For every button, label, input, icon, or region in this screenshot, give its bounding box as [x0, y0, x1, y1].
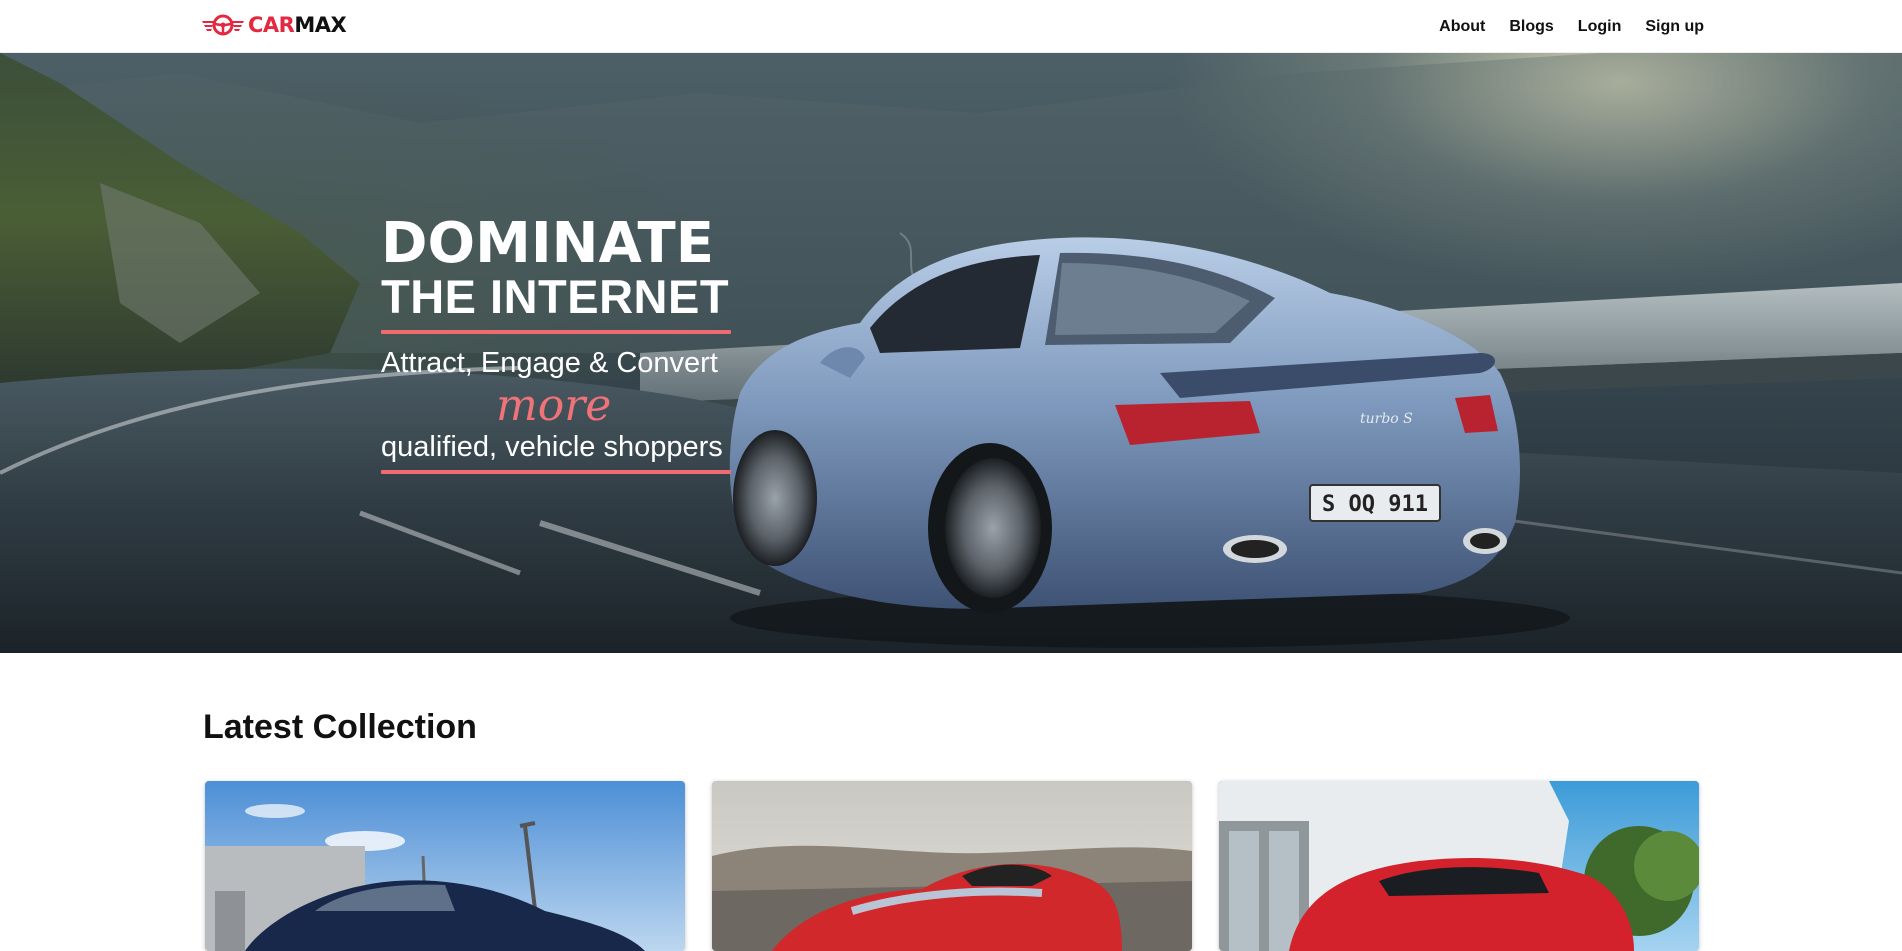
- brand-name-part1: CAR: [248, 13, 295, 37]
- latest-collection-cards: [205, 781, 1699, 951]
- brand-name: CARMAX: [248, 13, 347, 37]
- red-convertible-sports-car-photo: [712, 781, 1192, 951]
- nav-link-about[interactable]: About: [1439, 18, 1485, 36]
- nav-link-login[interactable]: Login: [1578, 18, 1622, 36]
- hero-tagline-line1: Attract, Engage & Convert: [381, 347, 718, 379]
- top-navbar: CARMAX About Blogs Login Sign up: [0, 0, 1902, 53]
- hero-background-image: S OQ 911 turbo S: [0, 53, 1902, 653]
- hero-banner: S OQ 911 turbo S DOMINATE THE INTERNET A…: [0, 53, 1902, 653]
- hero-divider-bottom: [381, 470, 731, 474]
- hero-text-block: DOMINATE THE INTERNET Attract, Engage & …: [381, 216, 741, 474]
- hero-subtitle: THE INTERNET: [381, 270, 730, 323]
- brand-name-part2: MAX: [294, 13, 347, 37]
- latest-collection-title: Latest Collection: [203, 708, 477, 746]
- steering-wheel-wings-icon: [202, 14, 244, 36]
- nav-links: About Blogs Login Sign up: [1439, 0, 1704, 53]
- hero-tagline-emphasis: more: [496, 380, 612, 431]
- hero-tagline-line2: qualified, vehicle shoppers: [381, 431, 723, 463]
- nav-link-signup[interactable]: Sign up: [1645, 18, 1704, 36]
- car-card-convertible[interactable]: [712, 781, 1192, 951]
- car-card-suv[interactable]: [1219, 781, 1699, 951]
- hero-divider: [381, 330, 731, 334]
- dark-blue-sedan-photo: [205, 781, 685, 951]
- brand-logo[interactable]: CARMAX: [200, 12, 347, 38]
- license-plate-text: S OQ 911: [1322, 492, 1428, 517]
- red-suv-photo: [1219, 781, 1699, 951]
- car-badge-text: turbo S: [1360, 411, 1413, 427]
- nav-link-blogs[interactable]: Blogs: [1509, 18, 1553, 36]
- hero-title: DOMINATE: [381, 211, 714, 276]
- car-card-sedan[interactable]: [205, 781, 685, 951]
